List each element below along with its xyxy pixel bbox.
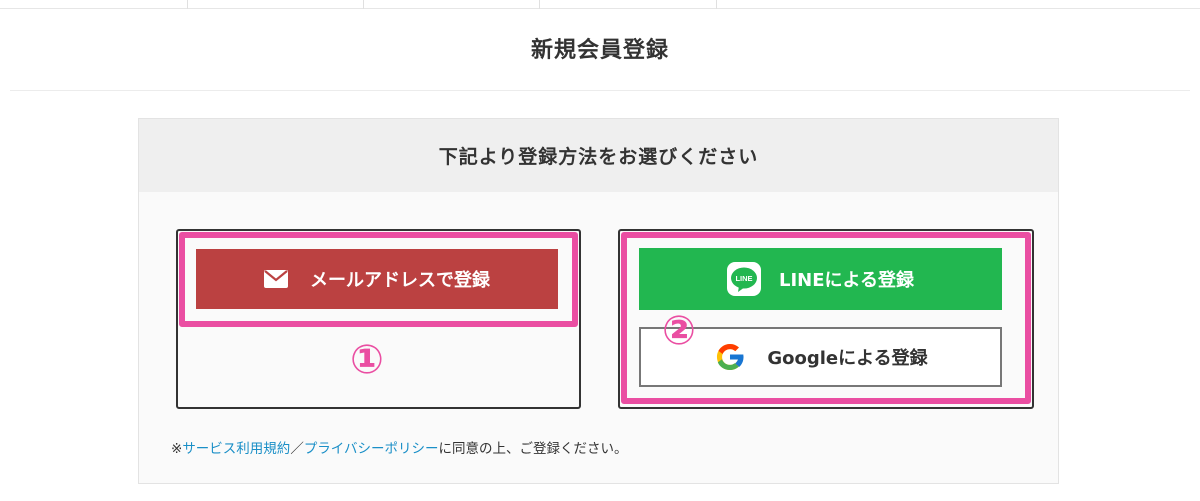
line-register-label: LINEによる登録 <box>779 270 914 291</box>
panel-heading: 下記より登録方法をお選びください <box>139 119 1058 192</box>
line-icon-text: LINE <box>735 274 752 283</box>
terms-notice: ※サービス利用規約／プライバシーポリシーに同意の上、ご登録ください。 <box>171 437 628 457</box>
nav-separator <box>716 0 717 9</box>
privacy-policy-link[interactable]: プライバシーポリシー <box>304 441 439 457</box>
email-option-box: メールアドレスで登録 ① <box>176 229 581 409</box>
top-nav <box>0 0 1200 9</box>
nav-separator <box>539 0 540 9</box>
nav-separator <box>363 0 364 9</box>
email-register-button[interactable]: メールアドレスで登録 <box>196 249 558 309</box>
line-register-button[interactable]: LINE LINEによる登録 <box>639 248 1002 310</box>
nav-separator <box>187 0 188 9</box>
mail-icon <box>264 270 288 288</box>
terms-prefix: ※ <box>171 441 183 457</box>
google-icon <box>713 340 747 374</box>
annotation-number-1: ① <box>350 337 384 383</box>
annotation-number-2: ② <box>662 308 696 354</box>
registration-panel: 下記より登録方法をお選びください メールアドレスで登録 ① LINE LINEに… <box>138 118 1059 484</box>
email-register-label: メールアドレスで登録 <box>310 270 490 291</box>
line-icon: LINE <box>727 262 761 296</box>
terms-suffix: に同意の上、ご登録ください。 <box>438 441 628 457</box>
terms-of-service-link[interactable]: サービス利用規約 <box>182 441 290 457</box>
page-title: 新規会員登録 <box>530 38 669 63</box>
title-divider <box>10 90 1190 91</box>
google-register-label: Googleによる登録 <box>767 348 928 369</box>
terms-slash: ／ <box>290 441 304 457</box>
